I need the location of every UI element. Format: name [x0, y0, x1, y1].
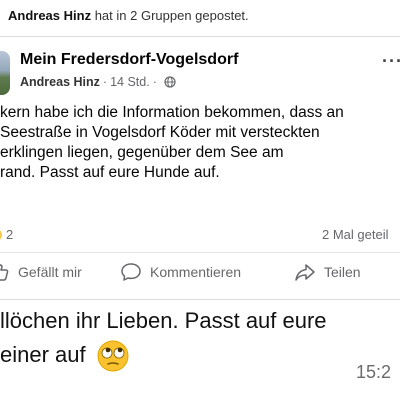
thumbs-up-icon: [0, 264, 9, 281]
share-button[interactable]: Teilen: [294, 262, 361, 282]
post-body: kern habe ich die Information bekommen, …: [0, 103, 400, 183]
post-line: Seestraße in Vogelsdorf Köder mit verste…: [0, 124, 320, 141]
eye-roll-emoji-icon: [97, 340, 129, 372]
message-line: llöchen ihr Lieben. Passt auf eure: [0, 308, 327, 333]
facebook-post-card: Mein Fredersdorf-Vogelsdorf Andreas Hinz…: [0, 36, 400, 300]
post-time[interactable]: 14 Std.: [110, 75, 150, 89]
post-line: rand. Passt auf eure Hunde auf.: [0, 164, 220, 181]
globe-icon: [164, 76, 176, 88]
share-count[interactable]: 2 Mal geteil: [322, 227, 388, 242]
like-label: Gefällt mir: [18, 264, 82, 280]
shared-note-text: hat in 2 Gruppen gepostet.: [94, 8, 249, 23]
comment-bubble-icon: [121, 263, 141, 281]
sharer-name[interactable]: Andreas Hinz: [8, 8, 91, 23]
group-avatar[interactable]: [0, 51, 10, 95]
post-line: kern habe ich die Information bekommen, …: [0, 104, 344, 121]
post-meta: Andreas Hinz · 14 Std. ·: [20, 75, 176, 89]
message-timestamp: 15:2: [356, 362, 392, 382]
share-arrow-icon: [295, 264, 315, 281]
reaction-count: 2: [6, 227, 14, 242]
shared-in-groups-note: Andreas Hinz hat in 2 Gruppen gepostet.: [8, 8, 249, 23]
group-name[interactable]: Mein Fredersdorf-Vogelsdorf: [20, 51, 238, 69]
more-options-icon[interactable]: ···: [382, 51, 400, 72]
chat-message: llöchen ihr Lieben. Passt auf eure einer…: [0, 304, 400, 373]
message-line-with-emoji: einer auf: [0, 338, 400, 373]
share-label: Teilen: [324, 264, 361, 280]
action-divider: [0, 252, 400, 253]
comment-button[interactable]: Kommentieren: [120, 262, 241, 282]
message-line: einer auf: [0, 342, 86, 367]
reaction-icon: [0, 228, 2, 241]
meta-separator: ·: [102, 75, 108, 89]
meta-separator: ·: [152, 75, 157, 89]
like-button[interactable]: Gefällt mir: [0, 262, 82, 282]
post-line: erklingen liegen, gegenüber dem See am: [0, 144, 284, 161]
post-author[interactable]: Andreas Hinz: [20, 75, 100, 89]
comment-label: Kommentieren: [150, 264, 242, 280]
reaction-summary[interactable]: 2: [0, 227, 13, 242]
